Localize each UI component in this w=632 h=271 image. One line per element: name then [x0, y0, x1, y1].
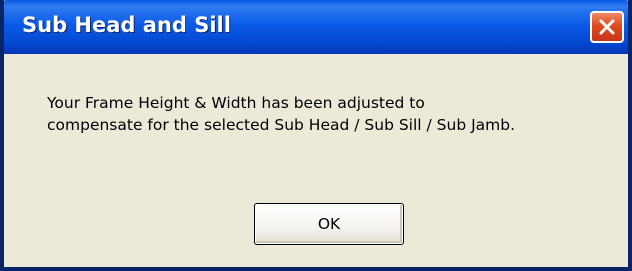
- ok-button[interactable]: OK: [254, 203, 404, 245]
- message-line-1: Your Frame Height & Width has been adjus…: [47, 94, 425, 112]
- close-icon: [599, 19, 615, 35]
- dialog-title: Sub Head and Sill: [22, 13, 231, 37]
- dialog-content: Your Frame Height & Width has been adjus…: [4, 54, 628, 267]
- message-dialog: Sub Head and Sill Your Frame Height & Wi…: [0, 0, 632, 271]
- close-button[interactable]: [590, 11, 624, 43]
- message-line-2: compensate for the selected Sub Head / S…: [47, 116, 516, 134]
- title-bar[interactable]: Sub Head and Sill: [4, 0, 628, 54]
- dialog-message: Your Frame Height & Width has been adjus…: [47, 92, 628, 136]
